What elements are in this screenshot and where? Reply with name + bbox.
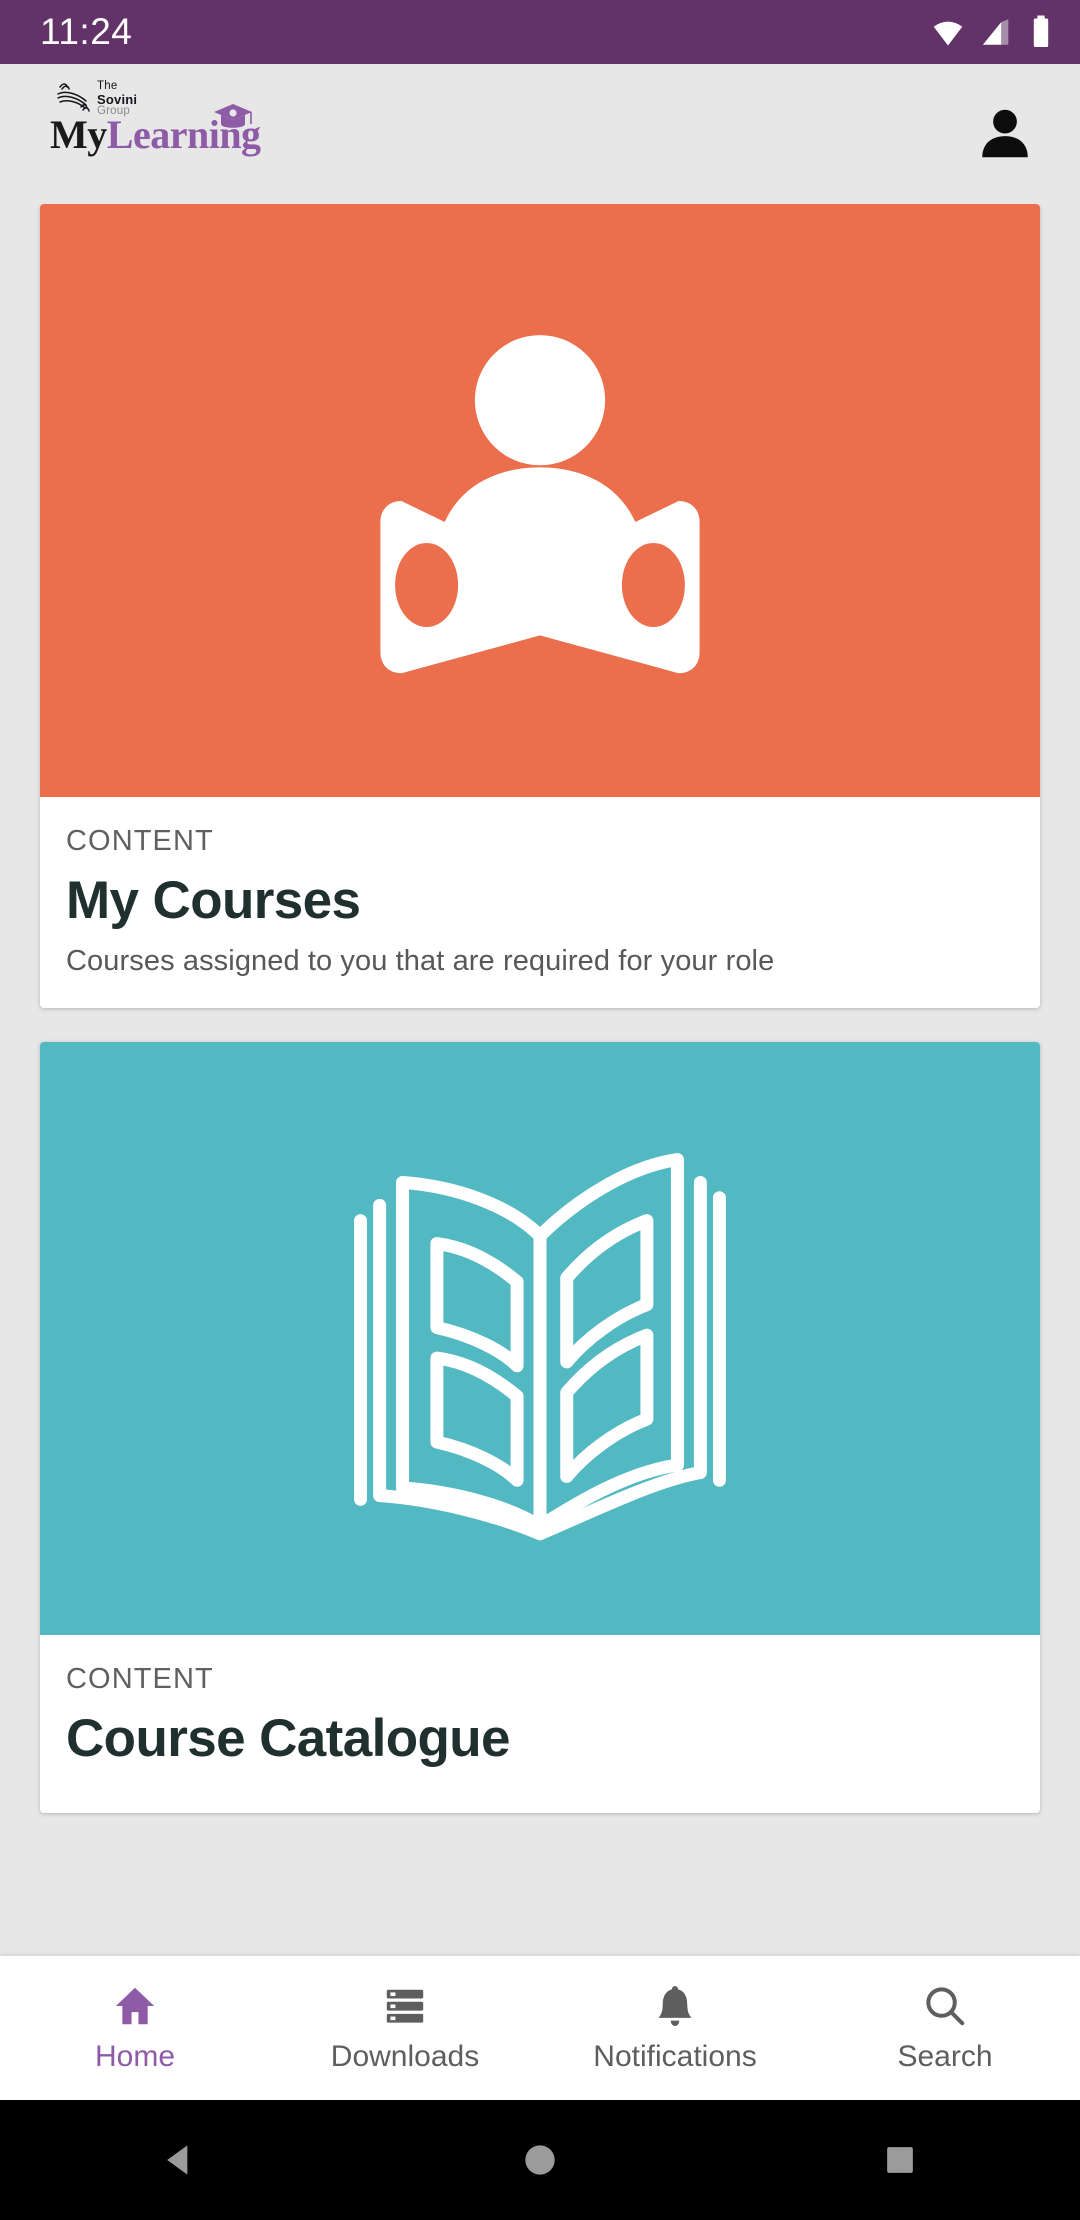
content-scroll-area[interactable]: CONTENT My Courses Courses assigned to y…: [0, 204, 1080, 1860]
card-body-my-courses: CONTENT My Courses Courses assigned to y…: [40, 797, 1040, 1008]
sovini-swoosh-icon: [57, 83, 90, 112]
system-home-button[interactable]: [518, 2138, 562, 2182]
system-back-button[interactable]: [158, 2138, 202, 2182]
brand-logo: The Sovini Group MyLearning: [50, 79, 310, 189]
sovini-logo-line-the: The: [97, 80, 118, 92]
nav-item-search[interactable]: Search: [810, 1983, 1080, 2074]
downloads-list-icon: [386, 1989, 424, 2023]
wordmark-learning: Learning: [106, 112, 261, 157]
bell-icon: [658, 1985, 692, 2026]
nav-label-search: Search: [897, 2039, 993, 2073]
wifi-icon: [933, 21, 963, 46]
sovini-logo-line-sovini: Sovini: [97, 91, 138, 107]
cellular-signal-icon: [982, 19, 1009, 45]
nav-label-notifications: Notifications: [593, 2039, 757, 2073]
nav-item-downloads[interactable]: Downloads: [270, 1983, 540, 2074]
status-bar-icons: [930, 14, 1054, 50]
card-course-catalogue[interactable]: CONTENT Course Catalogue: [40, 1042, 1040, 1813]
mylearning-wordmark: MyLearning: [50, 111, 261, 158]
person-reading-book-icon: [380, 334, 700, 673]
nav-item-home[interactable]: Home: [0, 1983, 270, 2074]
bottom-navigation-bar: Home Downloads Notifications Search: [0, 1956, 1080, 2100]
home-icon: [115, 1987, 155, 2024]
android-system-nav: [0, 2100, 1080, 2220]
card-hero-course-catalogue: [40, 1042, 1040, 1635]
card-my-courses[interactable]: CONTENT My Courses Courses assigned to y…: [40, 204, 1040, 1008]
card-hero-my-courses: [40, 204, 1040, 797]
card-kicker: CONTENT: [66, 1663, 214, 1695]
open-book-icon: [354, 1152, 726, 1540]
magnifier-icon: [926, 1986, 965, 2025]
app-header: The Sovini Group MyLearning: [0, 64, 1080, 204]
wordmark-my: My: [50, 112, 107, 157]
battery-icon: [1033, 15, 1049, 47]
card-body-course-catalogue: CONTENT Course Catalogue: [40, 1635, 1040, 1813]
nav-label-home: Home: [94, 2039, 176, 2073]
status-bar-clock: 11:24: [40, 11, 133, 52]
person-avatar-icon[interactable]: [974, 103, 1036, 165]
recents-square-icon: [887, 2147, 913, 2173]
nav-item-notifications[interactable]: Notifications: [540, 1983, 810, 2074]
home-circle-icon: [525, 2145, 555, 2175]
card-description: Courses assigned to you that are require…: [66, 945, 775, 977]
status-bar: 11:24: [0, 0, 1080, 64]
card-title: My Courses: [66, 871, 361, 930]
nav-label-downloads: Downloads: [330, 2039, 480, 2073]
system-recents-button[interactable]: [878, 2138, 922, 2182]
back-triangle-icon: [167, 2145, 188, 2175]
card-kicker: CONTENT: [66, 825, 214, 857]
card-title: Course Catalogue: [66, 1709, 511, 1768]
